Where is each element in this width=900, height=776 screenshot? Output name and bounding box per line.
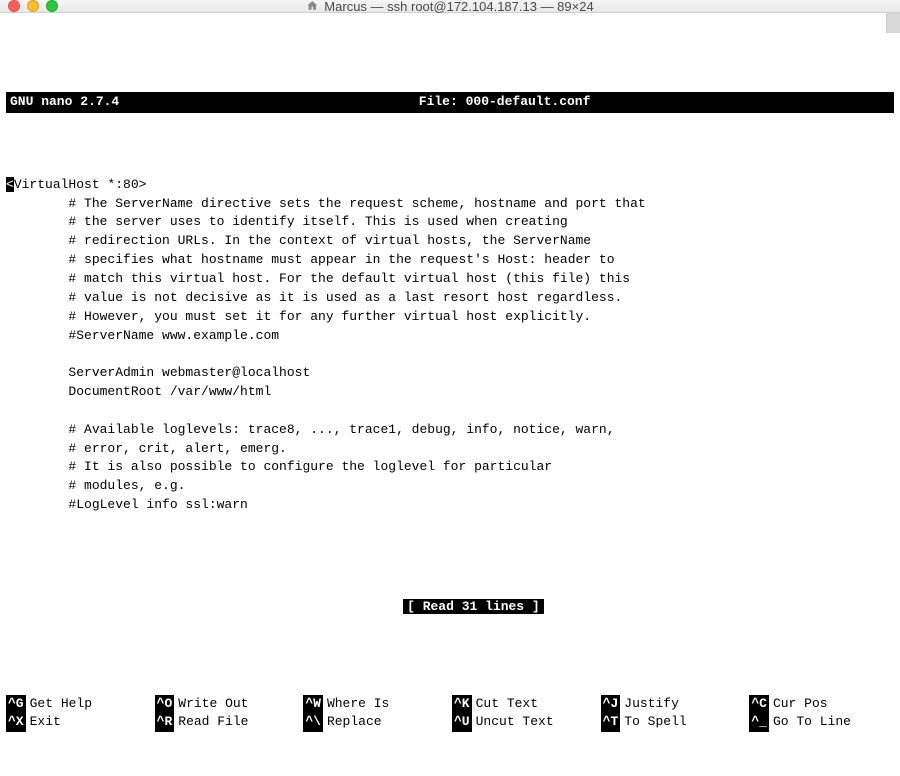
shortcut-get-help: ^GGet Help: [6, 695, 151, 714]
shortcut-label: Go To Line: [773, 713, 851, 732]
shortcut-key: ^_: [749, 713, 769, 732]
file-line: DocumentRoot /var/www/html: [6, 384, 271, 399]
file-line: # error, crit, alert, emerg.: [6, 441, 287, 456]
file-line: # modules, e.g.: [6, 478, 185, 493]
shortcut-cur-pos: ^CCur Pos: [749, 695, 894, 714]
shortcut-label: Write Out: [178, 695, 248, 714]
shortcut-label: Uncut Text: [476, 713, 554, 732]
scrollbar[interactable]: [886, 13, 900, 33]
file-line: # redirection URLs. In the context of vi…: [6, 233, 591, 248]
file-line: # The ServerName directive sets the requ…: [6, 196, 646, 211]
shortcut-key: ^R: [155, 713, 175, 732]
close-button[interactable]: [8, 0, 20, 12]
file-line: # value is not decisive as it is used as…: [6, 290, 622, 305]
shortcut-cut-text: ^KCut Text: [452, 695, 597, 714]
shortcut-label: Replace: [327, 713, 382, 732]
shortcut-exit: ^XExit: [6, 713, 151, 732]
shortcut-where-is: ^WWhere Is: [303, 695, 448, 714]
file-content: <VirtualHost *:80> # The ServerName dire…: [6, 176, 894, 515]
file-line: # However, you must set it for any furth…: [6, 309, 591, 324]
file-line: # match this virtual host. For the defau…: [6, 271, 630, 286]
nano-headerbar: GNU nano 2.7.4 File: 000-default.conf: [6, 92, 894, 113]
file-line: # It is also possible to configure the l…: [6, 459, 552, 474]
file-line: #ServerName www.example.com: [6, 328, 279, 343]
window-title: Marcus — ssh root@172.104.187.13 — 89×24: [306, 0, 593, 14]
traffic-lights: [8, 0, 58, 12]
shortcut-key: ^W: [303, 695, 323, 714]
nano-file-label: File: 000-default.conf: [119, 93, 890, 112]
shortcut-justify: ^JJustify: [601, 695, 746, 714]
shortcut-key: ^T: [601, 713, 621, 732]
shortcut-key: ^C: [749, 695, 769, 714]
nano-statusbar: [ Read 31 lines ]: [6, 579, 894, 636]
terminal-area[interactable]: GNU nano 2.7.4 File: 000-default.conf <V…: [0, 13, 900, 776]
file-line: #LogLevel info ssl:warn: [6, 497, 248, 512]
shortcut-key: ^U: [452, 713, 472, 732]
shortcut-to-spell: ^TTo Spell: [601, 713, 746, 732]
maximize-button[interactable]: [46, 0, 58, 12]
shortcut-key: ^\: [303, 713, 323, 732]
shortcut-key: ^J: [601, 695, 621, 714]
terminal-window: Marcus — ssh root@172.104.187.13 — 89×24…: [0, 0, 900, 511]
shortcut-label: Cut Text: [476, 695, 538, 714]
shortcut-label: Exit: [30, 713, 61, 732]
shortcut-key: ^K: [452, 695, 472, 714]
nano-status-text: [ Read 31 lines ]: [403, 599, 544, 614]
shortcut-uncut-text: ^UUncut Text: [452, 713, 597, 732]
shortcut-label: Get Help: [30, 695, 92, 714]
shortcut-label: Justify: [624, 695, 679, 714]
file-line: # the server uses to identify itself. Th…: [6, 214, 568, 229]
cursor: <: [6, 177, 14, 192]
window-title-text: Marcus — ssh root@172.104.187.13 — 89×24: [324, 0, 593, 14]
file-line: # Available loglevels: trace8, ..., trac…: [6, 422, 615, 437]
shortcut-key: ^X: [6, 713, 26, 732]
shortcut-read-file: ^RRead File: [155, 713, 300, 732]
shortcut-label: Cur Pos: [773, 695, 828, 714]
shortcut-key: ^O: [155, 695, 175, 714]
minimize-button[interactable]: [27, 0, 39, 12]
shortcut-label: Where Is: [327, 695, 389, 714]
file-line: ServerAdmin webmaster@localhost: [6, 365, 310, 380]
shortcut-label: Read File: [178, 713, 248, 732]
titlebar: Marcus — ssh root@172.104.187.13 — 89×24: [0, 0, 900, 13]
nano-shortcuts: ^GGet Help ^OWrite Out ^WWhere Is ^KCut …: [6, 695, 894, 733]
shortcut-label: To Spell: [624, 713, 686, 732]
nano-app-name: GNU nano 2.7.4: [10, 93, 119, 112]
shortcut-go-to-line: ^_Go To Line: [749, 713, 894, 732]
shortcut-write-out: ^OWrite Out: [155, 695, 300, 714]
home-icon: [306, 0, 318, 12]
file-line: VirtualHost *:80>: [14, 177, 147, 192]
file-line: # specifies what hostname must appear in…: [6, 252, 615, 267]
shortcut-key: ^G: [6, 695, 26, 714]
shortcut-replace: ^\Replace: [303, 713, 448, 732]
